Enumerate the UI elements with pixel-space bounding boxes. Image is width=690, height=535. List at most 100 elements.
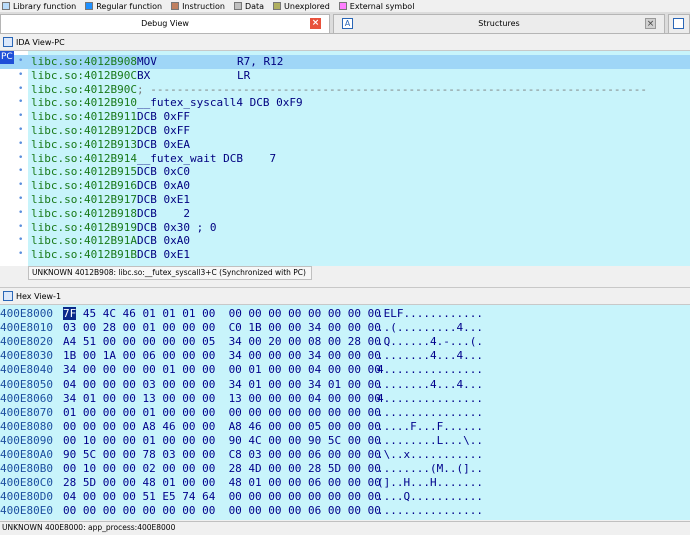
hex-row-ascii[interactable]: .ELF............ [377, 307, 483, 321]
hex-row[interactable]: 400E8070 01 00 00 00 01 00 00 00 00 00 00… [0, 406, 690, 420]
hex-row[interactable]: 400E8000 7F 45 4C 46 01 01 01 00 00 00 00… [0, 307, 690, 321]
hex-row-bytes[interactable]: 1B 00 1A 00 06 00 00 00 34 00 00 00 34 0… [63, 349, 381, 363]
line-address: libc.so:4012B91B [31, 248, 137, 262]
close-icon[interactable]: × [310, 18, 321, 29]
breakpoint-dot-icon[interactable]: • [18, 96, 23, 110]
hex-view-icon [3, 291, 13, 301]
disassembly-line[interactable]: • libc.so:4012B91A DCB 0xA0 [0, 234, 690, 248]
disassembly-line[interactable]: • libc.so:4012B910 __futex_syscall4 DCB 0x… [0, 96, 690, 110]
hex-row-bytes[interactable]: 00 10 00 00 01 00 00 00 90 4C 00 00 90 5… [63, 434, 381, 448]
hex-row[interactable]: 400E8050 04 00 00 00 03 00 00 00 34 01 00… [0, 378, 690, 392]
hex-row[interactable]: 400E80A0 90 5C 00 00 78 03 00 00 C8 03 00… [0, 448, 690, 462]
tab-debug-view[interactable]: Debug View × [0, 14, 330, 33]
disassembly-view[interactable]: • libc.so:4012B908 MOV R7, R12 • libc.so:4012… [0, 51, 690, 266]
hex-row-ascii[interactable]: ........(M..(].. [377, 462, 483, 476]
disassembly-line[interactable]: • libc.so:4012B912 DCB 0xFF [0, 124, 690, 138]
hex-row-ascii[interactable]: ........4...4... [377, 349, 483, 363]
disassembly-line[interactable]: • libc.so:4012B911 DCB 0xFF [0, 110, 690, 124]
hex-row[interactable]: 400E80E0 00 00 00 00 00 00 00 00 00 00 00… [0, 504, 690, 518]
hex-row-bytes[interactable]: 00 00 00 00 A8 46 00 00 A8 46 00 00 05 0… [63, 420, 381, 434]
disassembly-line[interactable]: • libc.so:4012B90C; ---------------------… [0, 83, 690, 97]
hex-row[interactable]: 400E8060 34 01 00 00 13 00 00 00 13 00 00… [0, 392, 690, 406]
hex-row[interactable]: 400E8040 34 00 00 00 00 01 00 00 00 01 00… [0, 363, 690, 377]
disassembly-line[interactable]: • libc.so:4012B91B DCB 0xE1 [0, 248, 690, 262]
hex-dump-view[interactable]: 400E8000 7F 45 4C 46 01 01 01 00 00 00 00… [0, 305, 690, 520]
hex-row-bytes[interactable]: 00 00 00 00 00 00 00 00 00 00 00 00 06 0… [63, 504, 381, 518]
breakpoint-dot-icon[interactable]: • [18, 207, 23, 221]
legend-swatch-icon [338, 2, 347, 10]
hex-row-ascii[interactable]: ................ [377, 504, 483, 518]
disassembly-line[interactable]: • libc.so:4012B916 DCB 0xA0 [0, 179, 690, 193]
hex-row-bytes[interactable]: 28 5D 00 00 48 01 00 00 48 01 00 00 06 0… [63, 476, 381, 490]
disassembly-line[interactable]: • libc.so:4012B914 __futex_wait DCB 7 [0, 152, 690, 166]
hex-row-ascii[interactable]: .\..x........... [377, 448, 483, 462]
disassembly-line[interactable]: • libc.so:4012B913 DCB 0xEA [0, 138, 690, 152]
legend-instruction: Instruction [169, 2, 225, 11]
breakpoint-dot-icon[interactable]: • [18, 152, 23, 166]
ida-status-bar: UNKNOWN 4012B908: libc.so:__futex_syscal… [28, 266, 312, 280]
color-legend: Library function Regular function Instru… [0, 0, 690, 12]
hex-row-bytes[interactable]: 34 01 00 00 13 00 00 00 13 00 00 00 04 0… [63, 392, 381, 406]
line-instruction: DCB 0xC0 [137, 165, 190, 179]
breakpoint-dot-icon[interactable]: • [18, 193, 23, 207]
hex-row[interactable]: 400E80C0 28 5D 00 00 48 01 00 00 48 01 00… [0, 476, 690, 490]
hex-row-ascii[interactable]: .........L...\.. [377, 434, 483, 448]
legend-swatch-icon [233, 2, 242, 10]
breakpoint-dot-icon[interactable]: • [18, 138, 23, 152]
hex-row-ascii[interactable]: ....Q........... [377, 490, 483, 504]
hex-row-bytes[interactable]: 90 5C 00 00 78 03 00 00 C8 03 00 00 06 0… [63, 448, 381, 462]
disassembly-line[interactable]: • libc.so:4012B908 MOV R7, R12 [0, 55, 690, 69]
hex-row-bytes[interactable]: 34 00 00 00 00 01 00 00 00 01 00 00 04 0… [63, 363, 381, 377]
hex-row[interactable]: 400E8080 00 00 00 00 A8 46 00 00 A8 46 00… [0, 420, 690, 434]
disassembly-line[interactable]: • libc.so:4012B915 DCB 0xC0 [0, 165, 690, 179]
hex-row-bytes[interactable]: 7F 45 4C 46 01 01 01 00 00 00 00 00 00 0… [63, 307, 381, 321]
hex-view-title: Hex View-1 [16, 291, 62, 301]
hex-row[interactable]: 400E8090 00 10 00 00 01 00 00 00 90 4C 00… [0, 434, 690, 448]
breakpoint-dot-icon[interactable]: • [18, 248, 23, 262]
breakpoint-dot-icon[interactable]: • [18, 124, 23, 138]
close-icon[interactable]: × [645, 18, 656, 29]
line-instruction: BX [137, 68, 151, 82]
disassembly-line[interactable]: • libc.so:4012B919 DCB 0x30 ; 0 [0, 221, 690, 235]
hex-row-bytes[interactable]: A4 51 00 00 00 00 00 05 34 00 20 00 08 0… [63, 335, 381, 349]
hex-row[interactable]: 400E8010 03 00 28 00 01 00 00 00 C0 1B 00… [0, 321, 690, 335]
hex-row-ascii[interactable]: .....F...F...... [377, 420, 483, 434]
breakpoint-dot-icon[interactable]: • [18, 221, 23, 235]
breakpoint-dot-icon[interactable]: • [18, 110, 23, 124]
hex-row[interactable]: 400E80D0 04 00 00 00 51 E5 74 64 00 00 00… [0, 490, 690, 504]
hex-row-bytes[interactable]: 03 00 28 00 01 00 00 00 C0 1B 00 00 34 0… [63, 321, 381, 335]
breakpoint-dot-icon[interactable]: • [18, 165, 23, 179]
hex-row[interactable]: 400E8020 A4 51 00 00 00 00 00 05 34 00 20… [0, 335, 690, 349]
hex-row[interactable]: 400E80B0 00 10 00 00 02 00 00 00 28 4D 00… [0, 462, 690, 476]
breakpoint-dot-icon[interactable]: • [18, 83, 23, 97]
hex-row-address: 400E80B0 [0, 462, 53, 476]
hex-row-ascii[interactable]: 4............... [377, 392, 483, 406]
hex-row-bytes[interactable]: 01 00 00 00 01 00 00 00 00 00 00 00 00 0… [63, 406, 381, 420]
hex-status-bar: UNKNOWN 400E8000: app_process:400E8000 [0, 521, 690, 535]
line-address: libc.so:4012B910 [31, 96, 137, 110]
hex-row-address: 400E80E0 [0, 504, 53, 518]
hex-row-ascii[interactable]: ................ [377, 406, 483, 420]
hex-row-bytes[interactable]: 04 00 00 00 51 E5 74 64 00 00 00 00 00 0… [63, 490, 381, 504]
disassembly-line[interactable]: • libc.so:4012B917 DCB 0xE1 [0, 193, 690, 207]
tab-bar: Debug View × A Structures × [0, 12, 690, 34]
line-address: libc.so:4012B91A [31, 234, 137, 248]
disassembly-line[interactable]: • libc.so:4012B918 DCB 2 [0, 207, 690, 221]
legend-swatch-icon [2, 2, 10, 10]
tab-structures[interactable]: A Structures × [333, 14, 665, 33]
hex-row[interactable]: 400E8030 1B 00 1A 00 06 00 00 00 34 00 00… [0, 349, 690, 363]
hex-row-ascii[interactable]: .Q......4.-...(. [377, 335, 483, 349]
hex-row-ascii[interactable]: (]..H...H....... [377, 476, 483, 490]
disassembly-line[interactable]: • libc.so:4012B90C BX LR [0, 69, 690, 83]
breakpoint-dot-icon[interactable]: • [18, 179, 23, 193]
tab-overflow[interactable] [668, 14, 690, 33]
breakpoint-dot-icon[interactable]: • [18, 55, 23, 69]
hex-row-bytes[interactable]: 04 00 00 00 03 00 00 00 34 01 00 00 34 0… [63, 378, 381, 392]
hex-row-ascii[interactable]: ........4...4... [377, 378, 483, 392]
breakpoint-dot-icon[interactable]: • [18, 234, 23, 248]
line-address: libc.so:4012B912 [31, 124, 137, 137]
hex-row-ascii[interactable]: ..(.........4... [377, 321, 483, 335]
hex-row-bytes[interactable]: 00 10 00 00 02 00 00 00 28 4D 00 00 28 5… [63, 462, 381, 476]
breakpoint-dot-icon[interactable]: • [18, 69, 23, 83]
hex-row-ascii[interactable]: 4............... [377, 363, 483, 377]
